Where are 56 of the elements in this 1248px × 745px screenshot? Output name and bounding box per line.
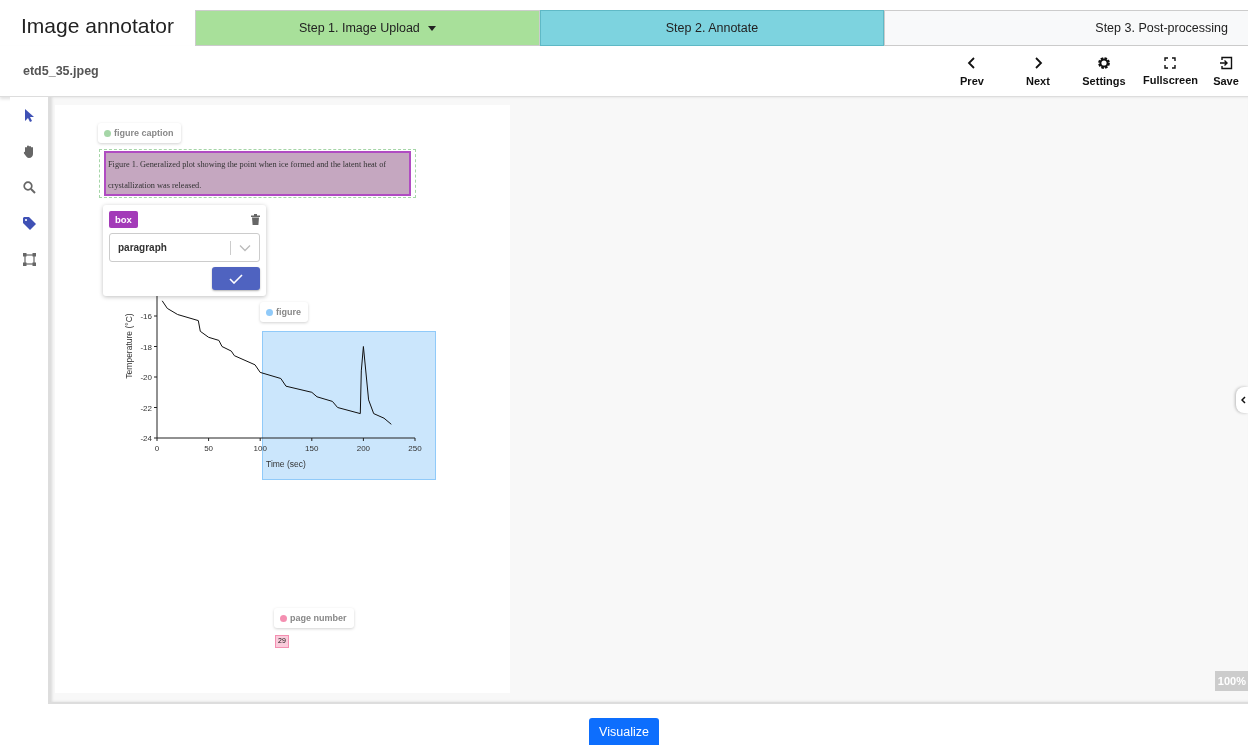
fullscreen-button[interactable]: Fullscreen [1136, 56, 1204, 86]
y-tick-label: -24 [140, 434, 152, 443]
x-tick-label: 150 [305, 444, 319, 453]
y-axis-label: Temperature (°C) [124, 313, 134, 379]
exit-icon [1219, 55, 1233, 70]
settings-button[interactable]: Settings [1070, 55, 1137, 87]
x-tick-label: 200 [356, 444, 371, 453]
trash-icon[interactable] [251, 214, 260, 225]
region-label: figure caption [114, 128, 174, 138]
y-tick-label: -16 [140, 312, 152, 321]
visualize-button[interactable]: Visualize [589, 718, 659, 745]
save-button[interactable]: Save [1204, 55, 1248, 87]
prev-button[interactable]: Prev [938, 55, 1005, 87]
caret-icon [427, 25, 436, 31]
x-tick-label: 100 [253, 444, 267, 453]
x-tick-label: 50 [204, 444, 214, 453]
confirm-button[interactable] [212, 267, 260, 290]
class-select[interactable]: paragraph [109, 233, 260, 262]
select-tool-button[interactable] [24, 107, 34, 123]
region-label-chip[interactable]: page number [274, 608, 354, 628]
pointer-icon [24, 108, 34, 122]
chevron-down-icon [239, 243, 251, 252]
chevron-left-icon [1241, 396, 1246, 404]
x-axis-label: Time (sec) [266, 459, 306, 469]
y-tick-label: -18 [140, 342, 152, 352]
zoom-tool-button[interactable] [22, 179, 36, 195]
file-name: etd5_35.jpeg [23, 64, 99, 78]
box-tool-button[interactable] [22, 251, 36, 267]
annotation-region[interactable]: Figure 1. Generalized plot showing the point when ice formed and the latent heat of crystallization was released. [99, 149, 416, 198]
fullscreen-icon [1164, 56, 1177, 69]
y-tick-label: -20 [140, 373, 152, 382]
tag-tool-button[interactable] [22, 215, 36, 231]
region-label: figure [276, 307, 301, 317]
hand-icon [23, 144, 35, 158]
figure-caption-text: Figure 1. Generalized plot showing the point when ice formed and the latent heat of crystallization was released. [108, 159, 388, 192]
check-icon [229, 273, 243, 284]
y-tick-label: -22 [140, 403, 152, 413]
step-tab[interactable]: Step 3. Post-processing [884, 10, 1248, 46]
app-title: Image annotator [20, 14, 175, 39]
panel-toggle-button[interactable] [1236, 387, 1248, 413]
settings-icon [1096, 55, 1111, 70]
search-icon [22, 180, 36, 194]
region-label-chip[interactable]: figure caption [98, 123, 181, 143]
step-tab[interactable]: Step 1. Image Upload [195, 10, 540, 46]
region-type-tag: box [109, 211, 138, 228]
annotation-region[interactable] [275, 635, 289, 648]
bounding-box-icon [22, 252, 36, 266]
chevron-left-icon [965, 55, 978, 70]
x-tick-label: 250 [408, 444, 422, 453]
tag-icon [22, 216, 36, 230]
pan-tool-button[interactable] [23, 143, 35, 159]
next-button[interactable]: Next [1004, 55, 1071, 87]
region-label-chip[interactable]: figure [260, 302, 308, 322]
step-tab[interactable]: Step 2. Annotate [539, 10, 885, 46]
region-label: page number [290, 613, 347, 623]
x-tick-label: 0 [154, 444, 160, 453]
